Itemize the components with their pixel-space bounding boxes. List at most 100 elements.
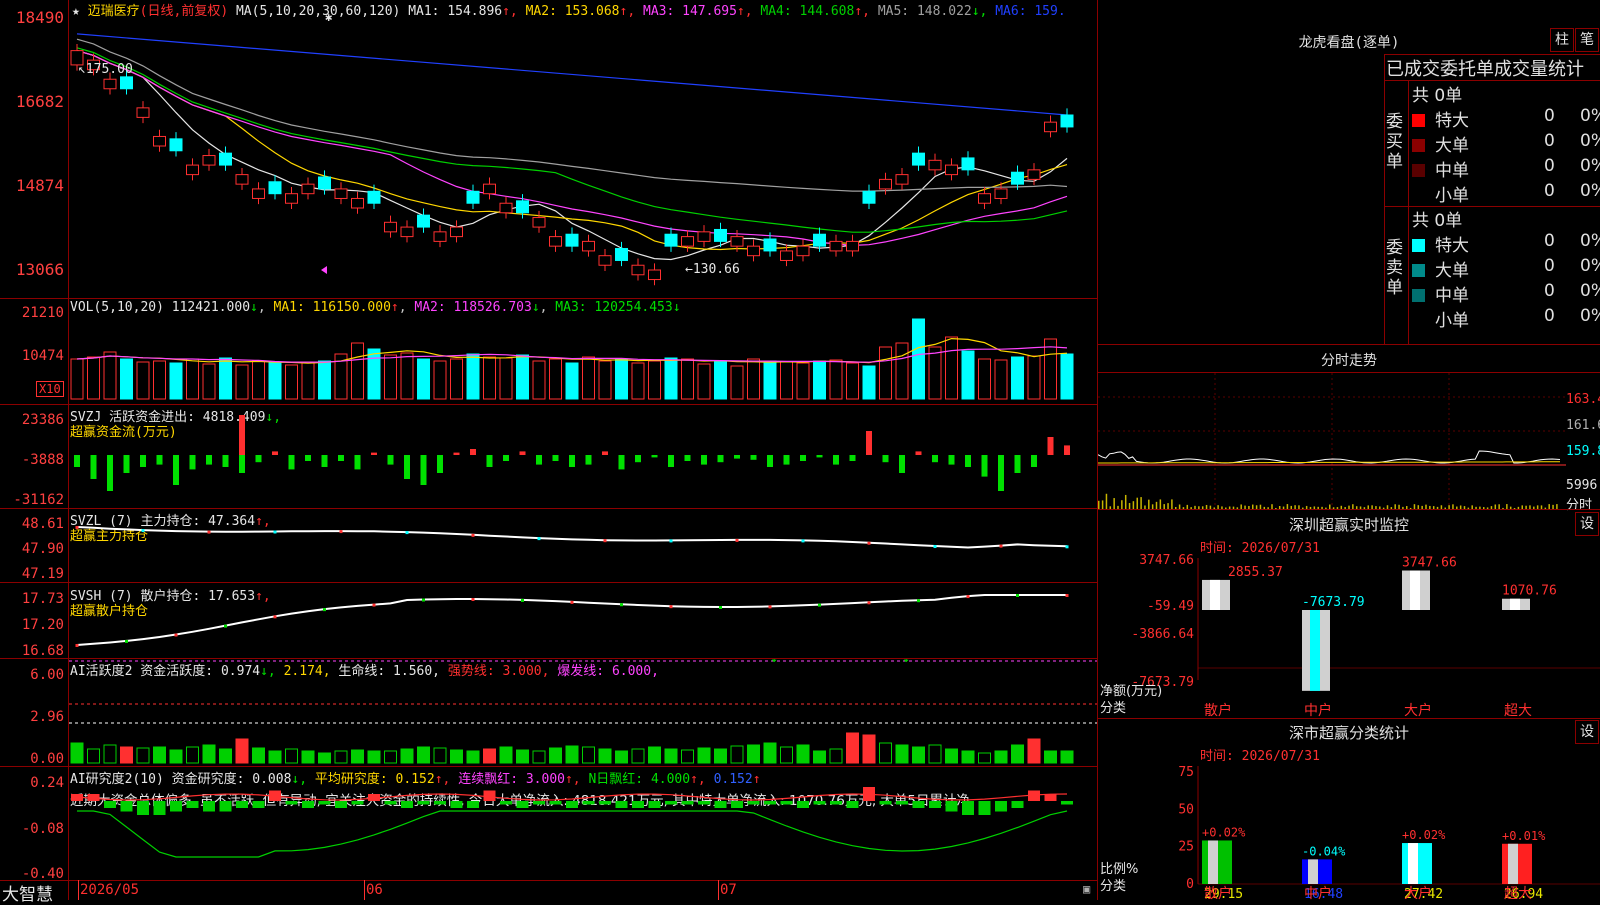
ai2-bar bbox=[1045, 794, 1057, 801]
volume-bar bbox=[533, 361, 545, 399]
monitor-bar-chart[interactable]: 3747.66-59.49-3866.64-7673.792855.37散户-7… bbox=[1098, 550, 1600, 720]
candle bbox=[187, 165, 199, 175]
volume-bar bbox=[1061, 354, 1073, 399]
svzl-dot bbox=[670, 539, 673, 542]
sell-percent: 0% bbox=[1580, 306, 1600, 326]
candle bbox=[319, 177, 331, 189]
svzj-ytick: -31162 bbox=[2, 492, 64, 508]
volume-chart[interactable] bbox=[69, 299, 1097, 404]
sell-row[interactable]: 中单 0 0% bbox=[1412, 281, 1598, 306]
volume-bar bbox=[319, 361, 331, 399]
ai2-bar bbox=[797, 801, 809, 808]
ai1-bar bbox=[616, 751, 628, 763]
ai2-bar bbox=[500, 801, 512, 805]
svzl-ytick: 48.61 bbox=[2, 516, 64, 532]
tick-mode-button[interactable]: 笔 bbox=[1575, 28, 1599, 52]
ai1-bar bbox=[467, 751, 479, 763]
lock-icon[interactable]: ▣ bbox=[1083, 882, 1090, 896]
ma3-arrow: ↑, bbox=[737, 4, 760, 19]
bar-mode-button[interactable]: 柱 bbox=[1550, 28, 1574, 52]
svzj-bar bbox=[322, 455, 328, 467]
svzl-ytick: 47.90 bbox=[2, 541, 64, 557]
volume-bar bbox=[715, 361, 727, 399]
svzj-bar bbox=[289, 455, 295, 469]
ai1-bar bbox=[698, 748, 710, 763]
classify-settings-button[interactable]: 设 bbox=[1575, 720, 1599, 744]
svsh-chart[interactable] bbox=[69, 583, 1097, 658]
ai2-bar bbox=[236, 801, 248, 808]
classify-category: 中户 bbox=[1304, 885, 1332, 900]
candle bbox=[797, 246, 809, 256]
ai1-bar bbox=[533, 751, 545, 763]
buy-row[interactable]: 特大 0 0% bbox=[1412, 106, 1598, 131]
ai1-bar bbox=[1045, 751, 1057, 763]
buy-name: 中单 bbox=[1435, 161, 1469, 181]
buy-row[interactable]: 中单 0 0% bbox=[1412, 156, 1598, 181]
svzj-chart[interactable] bbox=[69, 405, 1097, 508]
buy-row[interactable]: 小单 0 0% bbox=[1412, 181, 1598, 206]
ai1-bar bbox=[913, 747, 925, 763]
period-label[interactable]: (日线,前复权) bbox=[140, 4, 228, 19]
ai2-chart[interactable] bbox=[69, 767, 1097, 880]
ai2-bar bbox=[137, 801, 149, 815]
intraday-title: 分时走势 bbox=[1098, 350, 1600, 370]
vol-unit-badge[interactable]: X10 bbox=[36, 381, 64, 397]
ai1-ytick: 0.00 bbox=[2, 751, 64, 767]
intraday-price-line bbox=[1098, 451, 1560, 463]
volume-bar bbox=[220, 358, 232, 399]
sell-name: 小单 bbox=[1435, 311, 1469, 331]
color-swatch bbox=[1412, 114, 1425, 127]
xaxis-label: 06 bbox=[366, 882, 383, 898]
intraday-vol-bar bbox=[1137, 498, 1139, 509]
ai1-bar bbox=[269, 751, 281, 763]
volume-bar bbox=[649, 361, 661, 399]
candle bbox=[286, 194, 298, 204]
svzj-bar bbox=[140, 455, 146, 467]
ai1-chart[interactable]: ↓↓ bbox=[69, 659, 1097, 766]
volume-bar bbox=[352, 343, 364, 399]
sell-row[interactable]: 特大 0 0% bbox=[1412, 231, 1598, 256]
candlestick-chart[interactable] bbox=[69, 18, 1097, 298]
svsh-dot bbox=[175, 634, 178, 637]
volume-bar bbox=[929, 347, 941, 399]
candle bbox=[467, 191, 479, 203]
lhb-title: 龙虎看盘(逐单) bbox=[1098, 32, 1600, 52]
sell-count: 0 bbox=[1544, 306, 1555, 326]
volume-bar bbox=[467, 354, 479, 399]
classify-change: +0.01% bbox=[1502, 829, 1546, 843]
ma6-value: MA6: 159. bbox=[995, 4, 1065, 19]
volume-bar bbox=[566, 363, 578, 399]
volume-bar bbox=[830, 360, 842, 399]
star-icon[interactable]: ★ bbox=[72, 4, 80, 19]
buy-row[interactable]: 大单 0 0% bbox=[1412, 131, 1598, 156]
intraday-chart[interactable] bbox=[1098, 373, 1566, 509]
svsh-dot bbox=[521, 599, 524, 602]
svzl-ytick: 47.19 bbox=[2, 566, 64, 582]
svzj-bar bbox=[173, 455, 179, 485]
ai1-bar bbox=[880, 743, 892, 763]
buy-percent: 0% bbox=[1580, 181, 1600, 201]
ai1-bar bbox=[253, 748, 265, 763]
brand-logo: 大智慧 bbox=[2, 880, 53, 905]
classify-bar-chart[interactable]: 7550250+0.02%29.15散户-0.04%16.48中户+0.02%2… bbox=[1098, 756, 1600, 900]
ai2-bar bbox=[781, 801, 793, 805]
monitor-settings-button[interactable]: 设 bbox=[1575, 512, 1599, 536]
ma2-arrow: ↑, bbox=[620, 4, 643, 19]
asterisk-marker: ✱ bbox=[325, 10, 332, 24]
svzl-chart[interactable] bbox=[69, 509, 1097, 582]
ai2-bar bbox=[649, 801, 661, 808]
ai2-bar bbox=[352, 801, 364, 805]
monitor-ytick: -3866.64 bbox=[1131, 627, 1194, 642]
volume-bar bbox=[946, 337, 958, 399]
svzj-bar bbox=[866, 431, 872, 455]
sell-row[interactable]: 大单 0 0% bbox=[1412, 256, 1598, 281]
ai1-bar bbox=[203, 745, 215, 763]
sell-row[interactable]: 小单 0 0% bbox=[1412, 306, 1598, 331]
ai2-bar bbox=[401, 801, 413, 808]
sell-name: 中单 bbox=[1435, 286, 1469, 306]
stock-name: 迈瑞医疗 bbox=[88, 4, 140, 19]
classify-bar-highlight bbox=[1208, 840, 1218, 884]
buy-percent: 0% bbox=[1580, 131, 1600, 151]
candle bbox=[896, 175, 908, 185]
svzl-dot bbox=[1066, 545, 1069, 548]
